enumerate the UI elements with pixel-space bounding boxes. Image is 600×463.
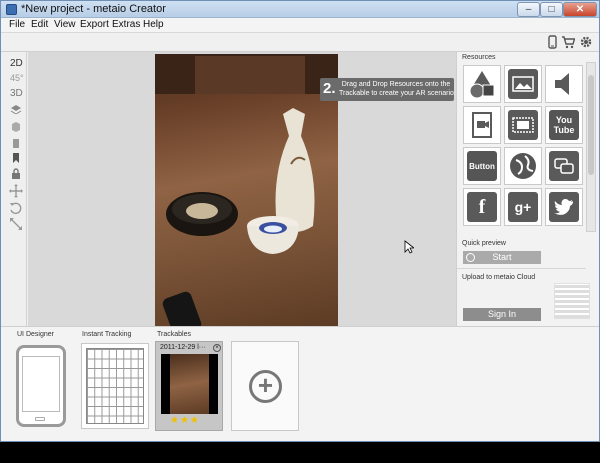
scale-icon[interactable]: [9, 217, 23, 231]
drag-drop-hint: 2. Drag and Drop Resources onto the Trac…: [320, 78, 454, 101]
upload-cloud-label: Upload to metaio Cloud: [462, 274, 536, 281]
movie-icon: [508, 110, 538, 140]
hint-line-2: Trackable to create your AR scenario: [339, 90, 454, 97]
divider: [457, 268, 586, 269]
resource-shapes[interactable]: [463, 65, 501, 103]
box-side-icon[interactable]: [10, 137, 22, 149]
instant-tracking-card[interactable]: [81, 343, 149, 429]
trackable-photo: [155, 54, 338, 326]
mouse-cursor-icon: [404, 240, 414, 254]
view-toolbar: 2D 45° 3D: [1, 52, 27, 326]
cart-icon[interactable]: [561, 35, 575, 49]
play-icon: [466, 253, 475, 262]
phone-home-button: [35, 417, 45, 421]
lock-icon[interactable]: [10, 168, 22, 180]
trackable-thumbnail: [161, 354, 218, 414]
layer-icon[interactable]: [10, 104, 22, 114]
add-icon: +: [249, 370, 282, 403]
menu-export[interactable]: Export: [80, 19, 109, 30]
menu-extras[interactable]: Extras: [112, 19, 140, 30]
qr-code: [554, 283, 590, 319]
hint-text: Drag and Drop Resources onto the Trackab…: [339, 80, 454, 98]
social-icon: [549, 151, 579, 181]
title-bar: *New project - metaio Creator – □ ✕: [1, 1, 599, 18]
app-window: *New project - metaio Creator – □ ✕ File…: [0, 0, 600, 442]
hint-step-number: 2.: [323, 80, 336, 97]
trackable-card[interactable]: 2011-12-29 l··· × ★★★: [155, 341, 223, 431]
twitter-icon: [549, 192, 579, 222]
image-icon: [508, 69, 538, 99]
googleplus-icon: g+: [508, 192, 538, 222]
minimize-button[interactable]: –: [517, 2, 540, 17]
quick-preview-label: Quick preview: [462, 240, 506, 247]
shapes-icon: [467, 69, 497, 99]
tracking-grid-icon: [86, 348, 144, 424]
youtube-icon: You Tube: [549, 110, 579, 140]
close-icon[interactable]: ×: [213, 344, 221, 352]
menu-view[interactable]: View: [54, 19, 76, 30]
resource-twitter[interactable]: [545, 188, 583, 226]
bottom-panel: UI Designer Instant Tracking Trackables …: [1, 326, 599, 441]
app-icon: [6, 4, 17, 15]
sign-in-button[interactable]: Sign In: [463, 308, 541, 321]
view-45-button[interactable]: 45°: [10, 73, 24, 83]
resource-web[interactable]: [504, 147, 542, 185]
resource-facebook[interactable]: f: [463, 188, 501, 226]
sake-set-image: [155, 54, 338, 326]
ui-designer-phone[interactable]: [16, 345, 66, 427]
start-preview-button[interactable]: Start: [463, 251, 541, 264]
move-icon[interactable]: [9, 184, 23, 198]
ui-designer-label: UI Designer: [17, 331, 54, 338]
maximize-button[interactable]: □: [540, 2, 563, 17]
scrollbar-thumb[interactable]: [588, 75, 594, 175]
resource-button[interactable]: Button: [463, 147, 501, 185]
add-trackable-card[interactable]: +: [231, 341, 299, 431]
resources-label: Resources: [462, 54, 496, 61]
trackable-thumbnail-photo: [170, 354, 209, 414]
close-button[interactable]: ✕: [563, 2, 597, 17]
globe-icon: [508, 151, 538, 181]
view-3d-button[interactable]: 3D: [10, 88, 23, 99]
menu-bar: File Edit View Export Extras Help: [1, 18, 599, 33]
resource-googleplus[interactable]: g+: [504, 188, 542, 226]
resource-movie[interactable]: [504, 106, 542, 144]
instant-tracking-label: Instant Tracking: [82, 331, 132, 338]
view-2d-button[interactable]: 2D: [10, 58, 23, 69]
start-button-label: Start: [492, 252, 512, 262]
resource-social[interactable]: [545, 147, 583, 185]
bookmark-icon[interactable]: [10, 152, 22, 164]
trackable-title: 2011-12-29 l···: [160, 344, 206, 351]
trackables-label: Trackables: [157, 331, 191, 338]
rotate-icon[interactable]: [9, 201, 23, 215]
hint-line-1: Drag and Drop Resources onto the: [341, 81, 451, 88]
menu-file[interactable]: File: [9, 19, 25, 30]
speaker-icon: [549, 69, 579, 99]
menu-edit[interactable]: Edit: [31, 19, 48, 30]
button-icon: Button: [467, 151, 497, 181]
resource-video[interactable]: [463, 106, 501, 144]
window-title: *New project - metaio Creator: [21, 3, 166, 15]
resource-youtube[interactable]: You Tube: [545, 106, 583, 144]
trackable-rating: ★★★: [170, 415, 200, 426]
resources-panel: Resources You Tube Button f g+ Quick pre…: [456, 52, 599, 326]
phone-icon[interactable]: [545, 35, 559, 49]
scene-canvas[interactable]: 2. Drag and Drop Resources onto the Trac…: [28, 52, 456, 326]
cube-icon[interactable]: [10, 121, 22, 133]
top-toolbar: [1, 33, 599, 52]
phone-screen: [22, 356, 60, 412]
video-icon: [467, 110, 497, 140]
resources-scrollbar[interactable]: [586, 62, 596, 232]
resource-image[interactable]: [504, 65, 542, 103]
menu-help[interactable]: Help: [143, 19, 164, 30]
resource-sound[interactable]: [545, 65, 583, 103]
gear-icon[interactable]: [579, 35, 593, 49]
facebook-icon: f: [467, 192, 497, 222]
